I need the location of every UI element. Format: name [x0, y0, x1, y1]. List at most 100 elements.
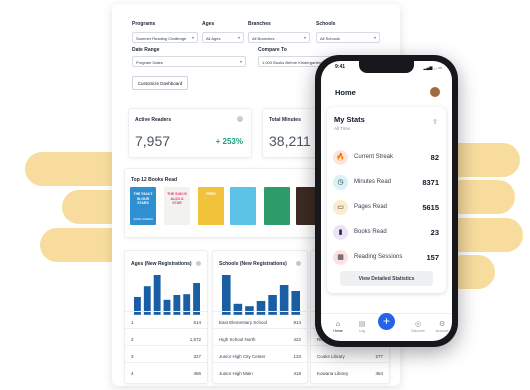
row-value: 133	[293, 354, 301, 359]
table-row: Kowana Library 364	[311, 362, 389, 383]
avatar[interactable]	[430, 87, 440, 97]
row-label: Junior High City Center	[219, 354, 266, 359]
my-stats-subtitle: All Time	[334, 126, 351, 131]
active-readers-card: Active Readers 7,957 + 253%	[128, 108, 252, 158]
stat-value: 5615	[422, 203, 439, 212]
stat-row-pages-read[interactable]: ▭ Pages Read 5615	[333, 197, 439, 219]
schools-bar-chart	[219, 275, 303, 315]
row-label: Junior High Main	[219, 371, 253, 376]
ages-chart-card: Ages (New Registrations) 1 614 2 1,572 3 327 4…	[124, 250, 208, 384]
branches-label: Branches	[248, 21, 271, 27]
chevron-down-icon: ▾	[303, 35, 306, 40]
date-range-select[interactable]: Program Dates ▾	[132, 56, 246, 67]
programs-label: Programs	[132, 21, 156, 27]
status-time: 9:41	[335, 64, 346, 70]
tab-account[interactable]: ⚙ Account	[431, 321, 452, 333]
chevron-down-icon: ▾	[237, 35, 240, 40]
branches-select[interactable]: All Branches ▾	[248, 32, 310, 43]
stat-label: Books Read	[354, 229, 387, 235]
stat-value: 8371	[422, 178, 439, 187]
info-icon[interactable]	[296, 261, 301, 266]
book-cover-author: JOHN GREEN	[133, 217, 153, 221]
book-cover-fred[interactable]: FRED	[198, 187, 224, 225]
row-value: 1,572	[189, 337, 201, 342]
info-icon[interactable]	[237, 116, 243, 122]
tab-label: Log	[359, 329, 365, 333]
row-label: 2	[131, 337, 134, 342]
book-icon: ▭	[333, 200, 348, 215]
log-icon: ▤	[358, 321, 366, 328]
customize-dashboard-button[interactable]: Customize Dashboard	[132, 76, 188, 90]
schools-chart-card: Schools (New Registrations) East Element…	[212, 250, 308, 384]
stat-label: Minutes Read	[354, 179, 392, 185]
row-value: 327	[193, 354, 201, 359]
book-cover-the-sun-is-also-a-star[interactable]: THE SUN IS ALSO A STAR	[164, 187, 190, 225]
row-label: Kowana Library	[317, 371, 349, 376]
book-cover-title: FRED	[206, 192, 216, 196]
book-cover-title: THE FAULT IN OUR STARS	[133, 192, 153, 205]
compare-to-label: Compare To	[258, 47, 287, 53]
schools-label: Schools	[316, 21, 336, 27]
row-value: 456	[193, 371, 201, 376]
stat-value: 157	[426, 253, 439, 262]
calendar-icon: ▦	[333, 250, 348, 265]
date-range-label: Date Range	[132, 47, 160, 53]
phone-frame: 9:41 ▂▄▆ ◡ ▭ Home My Stats All Time ⇪ 🔥 C…	[315, 55, 458, 347]
table-row: 4 456	[125, 362, 207, 383]
row-label: East Elementary School	[219, 320, 268, 325]
schools-chart-title: Schools (New Registrations)	[219, 261, 287, 267]
add-button[interactable]: +	[378, 313, 395, 330]
top-books-title: Top 12 Books Read	[131, 177, 178, 183]
tab-home[interactable]: ⌂ Home	[327, 321, 349, 333]
book-cover-wonder[interactable]	[230, 187, 256, 225]
view-detailed-statistics-button[interactable]: View Detailed Statistics	[340, 271, 433, 286]
chevron-down-icon: ▾	[191, 35, 194, 40]
row-label: 3	[131, 354, 134, 359]
tab-discover[interactable]: ◎ Discover	[407, 321, 429, 333]
row-value: 364	[375, 371, 383, 376]
flame-icon: 🔥	[333, 150, 348, 165]
book-cover-green-book[interactable]	[264, 187, 290, 225]
phone-screen: 9:41 ▂▄▆ ◡ ▭ Home My Stats All Time ⇪ 🔥 C…	[321, 61, 452, 341]
home-icon: ⌂	[335, 321, 341, 328]
stat-row-current-streak[interactable]: 🔥 Current Streak 82	[333, 147, 439, 169]
programs-select[interactable]: Summer Reading Challenge ▾	[132, 32, 198, 43]
tab-log[interactable]: ▤ Log	[351, 321, 373, 333]
stat-label: Current Streak	[354, 154, 394, 160]
row-label: High School North	[219, 337, 256, 342]
tab-label: Discover	[411, 329, 425, 333]
share-icon[interactable]: ⇪	[432, 118, 438, 126]
row-value: 277	[375, 354, 383, 359]
stat-row-minutes-read[interactable]: ◷ Minutes Read 8371	[333, 172, 439, 194]
stat-row-books-read[interactable]: ▮ Books Read 23	[333, 222, 439, 244]
table-row: Junior High Main 418	[213, 362, 307, 383]
row-value: 614	[193, 320, 201, 325]
stat-value: 23	[430, 228, 439, 237]
status-icons: ▂▄▆ ◡ ▭	[423, 65, 442, 70]
total-minutes-card: Total Minutes 38,211	[262, 108, 322, 158]
row-label: 1	[131, 320, 134, 325]
total-minutes-value: 38,211	[269, 133, 311, 149]
ages-bar-chart	[131, 275, 203, 315]
ages-select[interactable]: All Ages ▾	[202, 32, 244, 43]
book-cover-title: THE SUN IS ALSO A STAR	[167, 192, 187, 205]
tab-label: Home	[333, 329, 343, 333]
phone-header-title: Home	[335, 88, 356, 97]
chevron-down-icon: ▾	[373, 35, 376, 40]
chart-bar	[153, 275, 161, 315]
account-icon: ⚙	[438, 321, 446, 328]
my-stats-title: My Stats	[334, 115, 365, 124]
schools-select[interactable]: All Schools ▾	[316, 32, 380, 43]
ages-chart-title: Ages (New Registrations)	[131, 261, 192, 267]
active-readers-title: Active Readers	[135, 117, 172, 123]
stat-value: 82	[430, 153, 439, 162]
info-icon[interactable]	[196, 261, 201, 266]
active-readers-value: 7,957	[135, 133, 171, 149]
row-value: 418	[293, 371, 301, 376]
ages-label: Ages	[202, 21, 215, 27]
stat-row-reading-sessions[interactable]: ▦ Reading Sessions 157	[333, 247, 439, 269]
active-readers-change: + 253%	[215, 137, 243, 146]
row-value: 814	[293, 320, 301, 325]
book-cover-the-fault-in-our-stars[interactable]: THE FAULT IN OUR STARS JOHN GREEN	[130, 187, 156, 225]
stat-label: Reading Sessions	[354, 254, 403, 260]
